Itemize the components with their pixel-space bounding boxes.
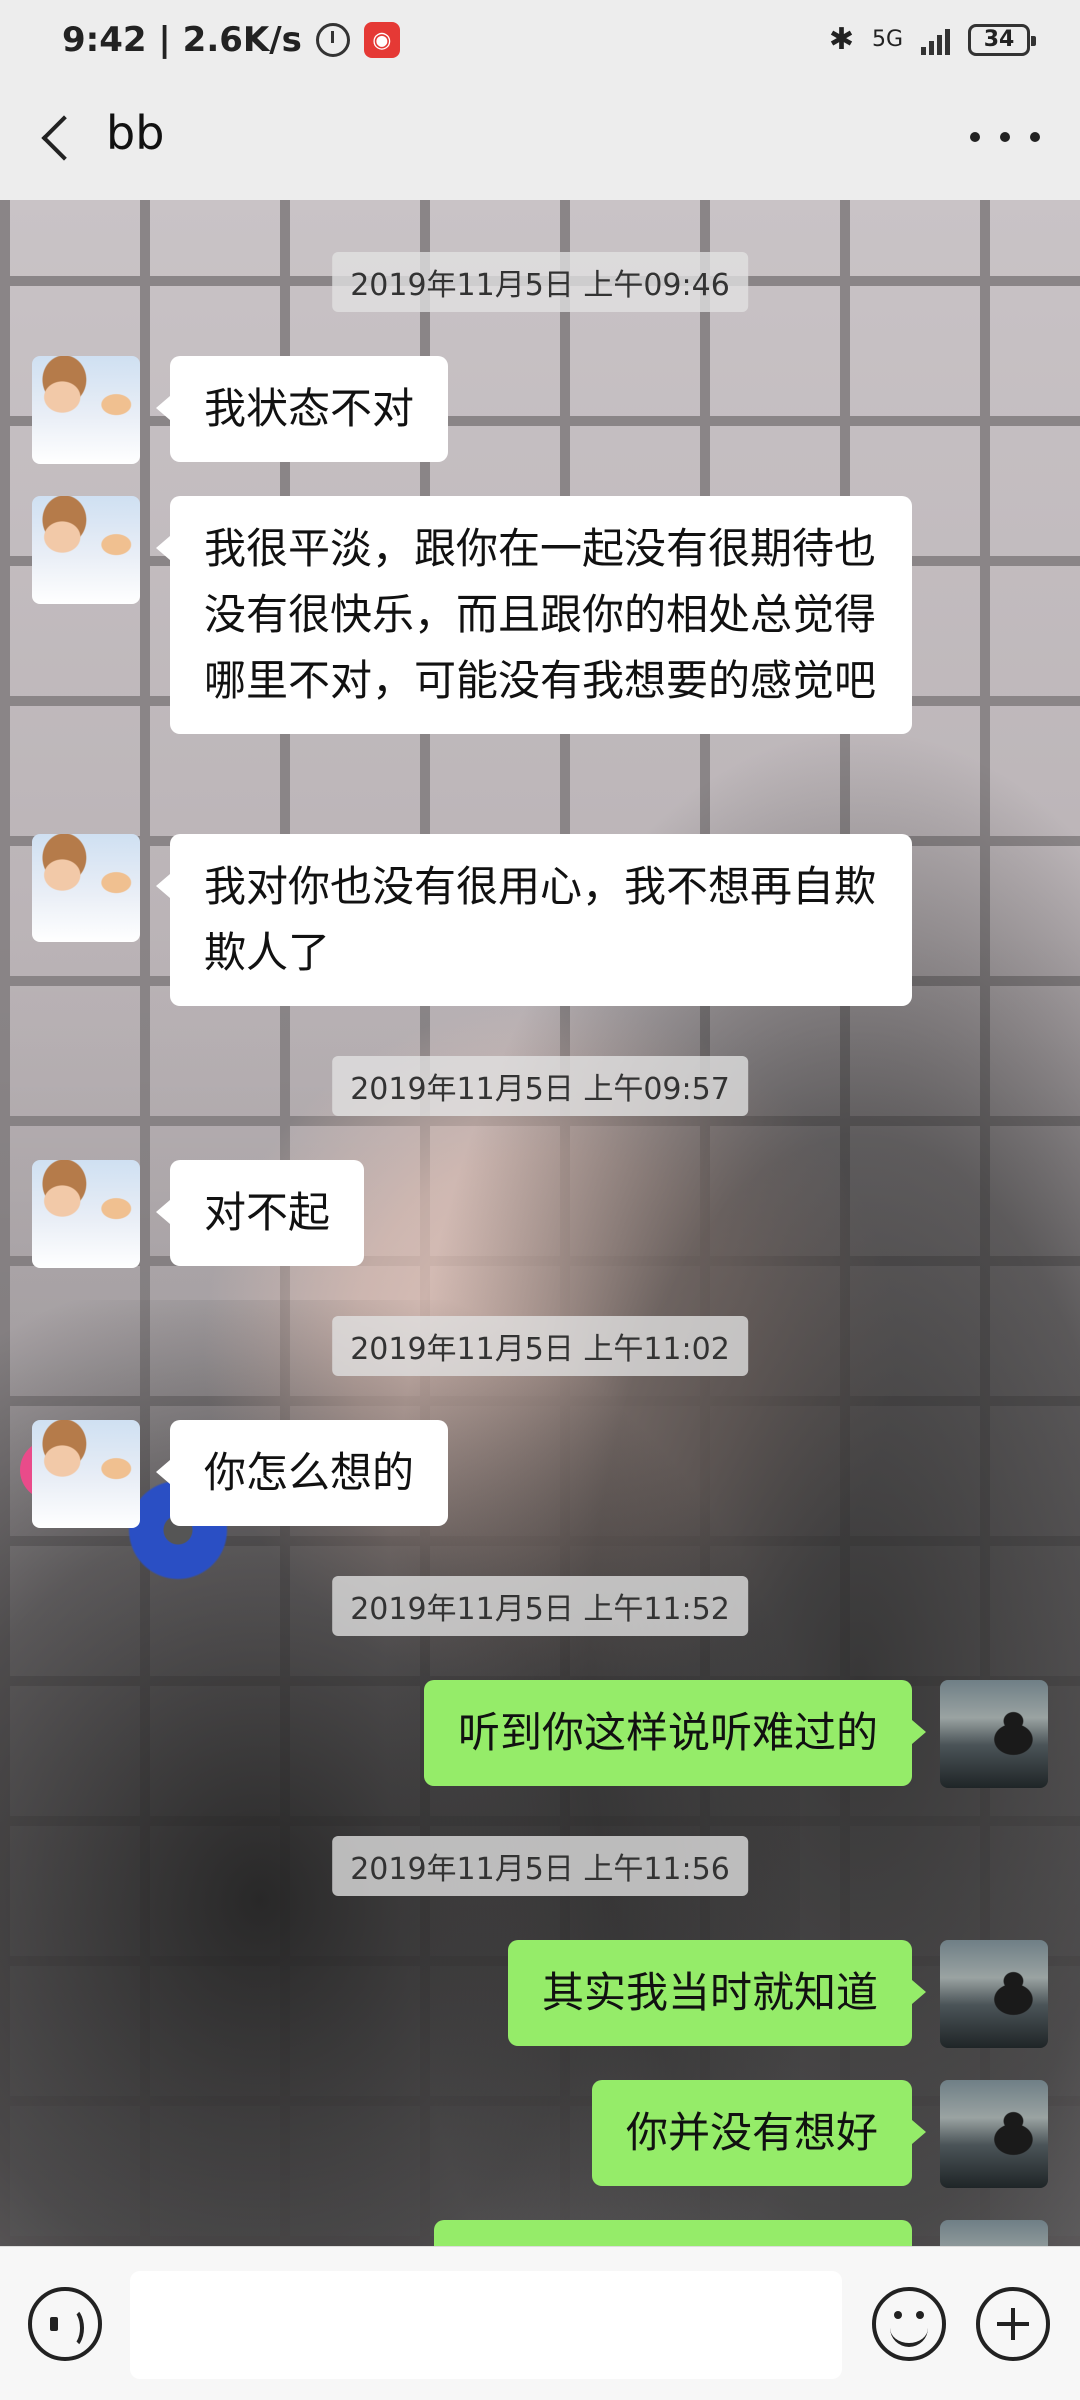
contact-avatar[interactable] (32, 356, 140, 464)
my-avatar[interactable] (940, 1940, 1048, 2048)
plus-icon[interactable] (976, 2287, 1050, 2361)
message-bubble-received[interactable]: 你怎么想的 (155, 1420, 449, 1526)
message-bubble-sent[interactable]: 你并没有想好 (591, 2080, 927, 2186)
emoji-icon[interactable] (872, 2287, 946, 2361)
message-bubble-sent[interactable]: 听到你这样说听难过的 (423, 1680, 927, 1786)
status-right: ✱ 5G 34 (828, 22, 1036, 57)
my-avatar[interactable] (940, 2220, 1048, 2246)
back-icon[interactable] (30, 108, 90, 168)
timestamp: 2019年11月5日 上午11:56 (332, 1836, 748, 1896)
contact-avatar[interactable] (32, 1420, 140, 1528)
chat-header: bb (0, 82, 1080, 200)
timestamp: 2019年11月5日 上午09:57 (332, 1056, 748, 1116)
network-label: 5G (871, 27, 903, 52)
timestamp: 2019年11月5日 上午11:02 (332, 1316, 748, 1376)
timestamp: 2019年11月5日 上午11:52 (332, 1576, 748, 1636)
app-notification-icon: ◉ (363, 22, 400, 58)
message-bubble-received[interactable]: 我对你也没有很用心，我不想再自欺欺人了 (156, 834, 912, 1006)
bluetooth-icon: ✱ (828, 22, 854, 57)
message-bubble-sent[interactable] (434, 2220, 912, 2246)
status-bar: 9:42 | 2.6K/s ◉ ✱ 5G 34 (0, 0, 1080, 82)
message-bubble-received[interactable]: 对不起 (155, 1160, 365, 1266)
input-bar (0, 2246, 1080, 2400)
contact-avatar[interactable] (32, 496, 140, 604)
contact-avatar[interactable] (32, 834, 140, 942)
battery-icon: 34 (968, 23, 1036, 56)
my-avatar[interactable] (940, 1680, 1048, 1788)
message-bubble-received[interactable]: 我状态不对 (155, 356, 449, 462)
chat-area[interactable]: 2019年11月5日 上午09:46 我状态不对 我很平淡，跟你在一起没有很期待… (0, 200, 1080, 2246)
more-icon[interactable] (970, 122, 1040, 152)
alarm-icon (315, 23, 350, 57)
chat-title: bb (106, 106, 165, 160)
signal-icon (921, 25, 950, 55)
timestamp: 2019年11月5日 上午09:46 (332, 252, 748, 312)
message-input[interactable] (130, 2271, 842, 2379)
contact-avatar[interactable] (32, 1160, 140, 1268)
voice-icon[interactable] (28, 2287, 102, 2361)
message-bubble-received[interactable]: 我很平淡，跟你在一起没有很期待也没有很快乐，而且跟你的相处总觉得哪里不对，可能没… (156, 496, 912, 734)
status-time: 9:42 | 2.6K/s (62, 20, 302, 60)
status-left: 9:42 | 2.6K/s ◉ (62, 20, 400, 60)
message-bubble-sent[interactable]: 其实我当时就知道 (507, 1940, 927, 2046)
my-avatar[interactable] (940, 2080, 1048, 2188)
